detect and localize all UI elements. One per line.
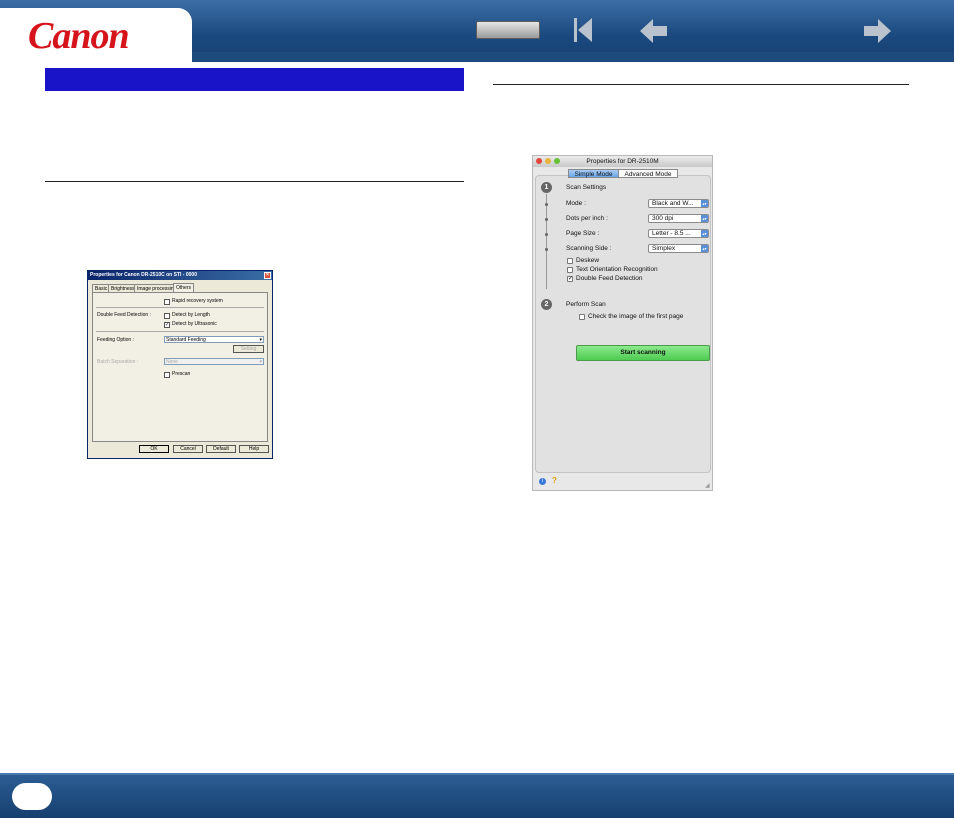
scanning-side-value: Simplex bbox=[652, 245, 676, 252]
prescan-label: Prescan bbox=[172, 371, 191, 377]
chevron-down-icon: ▾ bbox=[259, 359, 262, 365]
step-connector bbox=[546, 194, 547, 289]
detect-length-checkbox[interactable] bbox=[164, 313, 170, 319]
text-orientation-checkbox[interactable] bbox=[567, 267, 573, 273]
detect-length-label: Detect by Length bbox=[172, 312, 210, 318]
bullet-icon bbox=[545, 248, 548, 251]
bullet-icon bbox=[545, 233, 548, 236]
popup-arrows-icon: ▴▾ bbox=[701, 215, 708, 222]
feeding-option-label: Feeding Option : bbox=[97, 337, 134, 343]
rapid-recovery-checkbox[interactable] bbox=[164, 299, 170, 305]
feeding-option-select[interactable]: Standard Feeding ▾ bbox=[164, 336, 264, 343]
scanning-side-popup[interactable]: Simplex ▴▾ bbox=[648, 244, 709, 253]
settings-panel: 1 Scan Settings Mode : Black and W... ▴▾ … bbox=[535, 175, 711, 473]
scanning-side-label: Scanning Side : bbox=[566, 245, 612, 252]
step-1-icon: 1 bbox=[541, 182, 552, 193]
scan-settings-label: Scan Settings bbox=[566, 184, 607, 191]
mode-label: Mode : bbox=[566, 200, 586, 207]
feeding-option-value: Standard Feeding bbox=[166, 337, 206, 343]
batch-separation-select[interactable]: None ▾ bbox=[164, 358, 264, 365]
minimize-window-icon[interactable] bbox=[545, 158, 551, 164]
perform-scan-label: Perform Scan bbox=[566, 301, 606, 308]
detect-ultrasonic-label: Detect by Ultrasonic bbox=[172, 321, 217, 327]
start-scanning-button[interactable]: Start scanning bbox=[576, 345, 710, 361]
nav-button[interactable] bbox=[476, 21, 540, 39]
page-size-value: Letter - 8.5 ... bbox=[652, 230, 691, 237]
check-first-page-checkbox[interactable] bbox=[579, 314, 585, 320]
section-divider bbox=[45, 181, 464, 182]
forward-arrow-icon[interactable] bbox=[863, 19, 891, 43]
batch-separation-label: Batch Separation : bbox=[97, 359, 139, 365]
canon-logo: Canon bbox=[28, 15, 130, 57]
section-title-bar bbox=[45, 68, 464, 91]
popup-arrows-icon: ▴▾ bbox=[701, 245, 708, 252]
popup-arrows-icon: ▴▾ bbox=[701, 200, 708, 207]
first-page-icon[interactable] bbox=[572, 17, 594, 43]
double-feed-label: Double Feed Detection bbox=[576, 275, 643, 282]
prescan-checkbox[interactable] bbox=[164, 372, 170, 378]
help-icon[interactable]: ? bbox=[552, 477, 557, 485]
tab-advanced-mode[interactable]: Advanced Mode bbox=[618, 169, 678, 178]
chevron-down-icon: ▾ bbox=[259, 337, 262, 343]
dialog-title: Properties for Canon DR-2510C on STI - 0… bbox=[88, 271, 272, 280]
bullet-icon bbox=[545, 218, 548, 221]
tab-simple-mode[interactable]: Simple Mode bbox=[568, 169, 619, 178]
zoom-window-icon[interactable] bbox=[554, 158, 560, 164]
divider bbox=[96, 331, 264, 332]
check-first-page-label: Check the image of the first page bbox=[588, 313, 684, 320]
windows-properties-dialog: Properties for Canon DR-2510C on STI - 0… bbox=[87, 270, 273, 459]
ok-button[interactable]: OK bbox=[139, 445, 169, 453]
popup-arrows-icon: ▴▾ bbox=[701, 230, 708, 237]
page-size-popup[interactable]: Letter - 8.5 ... ▴▾ bbox=[648, 229, 709, 238]
double-feed-label: Double Feed Detection : bbox=[97, 312, 151, 318]
info-icon[interactable]: i bbox=[539, 478, 546, 485]
help-button[interactable]: Help bbox=[239, 445, 269, 453]
detect-ultrasonic-checkbox[interactable]: ✓ bbox=[164, 322, 170, 328]
rapid-recovery-label: Rapid recovery system bbox=[172, 298, 223, 304]
divider bbox=[96, 307, 264, 308]
bullet-icon bbox=[545, 203, 548, 206]
default-button[interactable]: Default bbox=[206, 445, 236, 453]
dpi-value: 300 dpi bbox=[652, 215, 674, 222]
mode-value: Black and W... bbox=[652, 200, 694, 207]
dpi-label: Dots per inch : bbox=[566, 215, 608, 222]
back-arrow-icon[interactable] bbox=[640, 19, 668, 43]
footer-bar bbox=[0, 775, 954, 818]
step-2-icon: 2 bbox=[541, 299, 552, 310]
tab-panel: Rapid recovery system Double Feed Detect… bbox=[92, 292, 268, 442]
section-divider bbox=[493, 84, 909, 85]
deskew-label: Deskew bbox=[576, 257, 600, 264]
mac-properties-dialog: Properties for DR-2510M 1 Scan Settings … bbox=[532, 155, 713, 491]
resize-grip-icon[interactable]: ◢ bbox=[705, 483, 710, 489]
batch-separation-value: None bbox=[166, 359, 178, 365]
close-icon[interactable]: ✕ bbox=[264, 272, 271, 279]
page-number-badge bbox=[12, 783, 52, 810]
dpi-popup[interactable]: 300 dpi ▴▾ bbox=[648, 214, 709, 223]
deskew-checkbox[interactable] bbox=[567, 258, 573, 264]
mode-popup[interactable]: Black and W... ▴▾ bbox=[648, 199, 709, 208]
setting-button[interactable]: Setting bbox=[233, 345, 264, 353]
page-size-label: Page Size : bbox=[566, 230, 600, 237]
close-window-icon[interactable] bbox=[536, 158, 542, 164]
double-feed-checkbox[interactable]: ✓ bbox=[567, 276, 573, 282]
cancel-button[interactable]: Cancel bbox=[173, 445, 203, 453]
text-orientation-label: Text Orientation Recognition bbox=[576, 266, 658, 273]
